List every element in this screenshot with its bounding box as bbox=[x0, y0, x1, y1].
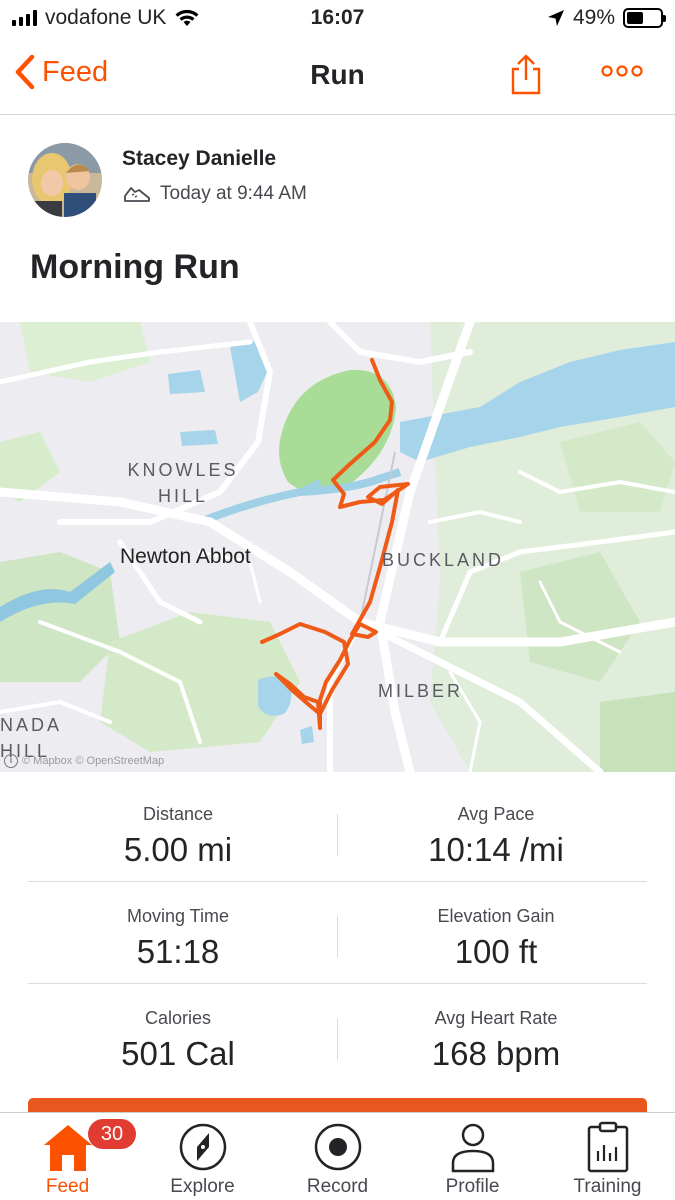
activity-title: Morning Run bbox=[30, 248, 240, 286]
stat-value: 168 bpm bbox=[431, 1035, 561, 1072]
stat-elevation-gain: Elevation Gain 100 ft bbox=[346, 906, 646, 971]
attribution-text: © Mapbox © OpenStreetMap bbox=[22, 755, 165, 767]
stat-label: Distance bbox=[142, 804, 214, 824]
map-label-knowles: KNOWLES bbox=[127, 460, 239, 480]
stat-value: 51:18 bbox=[136, 933, 220, 970]
home-icon bbox=[43, 1125, 92, 1171]
info-icon: i bbox=[4, 754, 18, 768]
action-button-edge[interactable] bbox=[28, 1098, 647, 1112]
stat-divider bbox=[337, 1018, 338, 1060]
battery-icon bbox=[623, 8, 666, 28]
status-right: 49% bbox=[547, 6, 666, 30]
location-arrow-icon bbox=[547, 10, 564, 26]
stat-value: 501 Cal bbox=[121, 1035, 235, 1072]
share-button[interactable] bbox=[508, 52, 544, 101]
stat-calories: Calories 501 Cal bbox=[28, 1008, 328, 1073]
stat-row: Calories 501 Cal Avg Heart Rate 168 bpm bbox=[28, 984, 647, 1086]
person-icon bbox=[451, 1123, 494, 1173]
stat-label: Avg Heart Rate bbox=[434, 1008, 558, 1028]
route-line bbox=[260, 358, 410, 730]
tab-icon-wrap bbox=[135, 1121, 270, 1173]
tab-icon-wrap bbox=[405, 1121, 540, 1173]
map-label-newton-abbot: Newton Abbot bbox=[120, 545, 251, 568]
stat-row: Distance 5.00 mi Avg Pace 10:14 /mi bbox=[28, 780, 647, 882]
nav-bar: Feed Run bbox=[0, 40, 675, 115]
tab-training[interactable]: Training bbox=[540, 1113, 675, 1200]
map-label-hill: HILL bbox=[157, 486, 209, 506]
tab-icon-wrap bbox=[540, 1121, 675, 1173]
activity-timestamp: Today at 9:44 AM bbox=[160, 183, 307, 204]
status-bar: vodafone UK 16:07 49% bbox=[0, 0, 675, 38]
athlete-avatar[interactable] bbox=[28, 143, 102, 217]
stat-value: 100 ft bbox=[454, 933, 538, 970]
stat-avg-pace: Avg Pace 10:14 /mi bbox=[346, 804, 646, 869]
tab-record[interactable]: Record bbox=[270, 1113, 405, 1200]
stat-label: Avg Pace bbox=[457, 804, 535, 824]
stat-divider bbox=[337, 916, 338, 958]
stat-label: Moving Time bbox=[126, 906, 230, 926]
stat-moving-time: Moving Time 51:18 bbox=[28, 906, 328, 971]
avatar-photo bbox=[28, 143, 102, 217]
map-label-knowles-hill: KNOWLES HILL bbox=[124, 457, 242, 509]
stat-divider bbox=[337, 814, 338, 856]
map-label-milber: MILBER bbox=[378, 681, 464, 701]
tab-bar: 30 Feed Explore Record Profile Training bbox=[0, 1112, 675, 1200]
tab-label: Record bbox=[306, 1176, 369, 1197]
stats-grid: Distance 5.00 mi Avg Pace 10:14 /mi Movi… bbox=[28, 780, 647, 1086]
running-shoe-icon bbox=[124, 187, 150, 202]
map-attribution[interactable]: i © Mapbox © OpenStreetMap bbox=[4, 754, 164, 768]
battery-percent: 49% bbox=[572, 6, 615, 29]
page-title: Run bbox=[310, 59, 365, 90]
map-label-nada: NADA bbox=[0, 715, 63, 735]
athlete-name[interactable]: Stacey Danielle bbox=[122, 147, 276, 171]
more-horizontal-icon bbox=[601, 65, 643, 77]
tab-label: Training bbox=[573, 1176, 642, 1197]
stat-row: Moving Time 51:18 Elevation Gain 100 ft bbox=[28, 882, 647, 984]
map-label-buckland: BUCKLAND bbox=[382, 550, 505, 570]
share-icon bbox=[511, 54, 541, 95]
tab-profile[interactable]: Profile bbox=[405, 1113, 540, 1200]
tab-label: Profile bbox=[445, 1176, 500, 1197]
stat-value: 5.00 mi bbox=[123, 831, 233, 868]
tab-label: Explore bbox=[170, 1176, 235, 1197]
clipboard-chart-icon bbox=[587, 1121, 628, 1173]
stat-value: 10:14 /mi bbox=[428, 831, 564, 868]
activity-meta: Today at 9:44 AM bbox=[122, 183, 307, 205]
tab-feed[interactable]: 30 Feed bbox=[0, 1113, 136, 1200]
notification-badge: 30 bbox=[88, 1119, 136, 1149]
record-icon bbox=[314, 1123, 361, 1171]
tab-explore[interactable]: Explore bbox=[135, 1113, 270, 1200]
stat-avg-heart-rate: Avg Heart Rate 168 bpm bbox=[346, 1008, 646, 1073]
tab-icon-wrap bbox=[270, 1121, 405, 1173]
battery-fill bbox=[627, 12, 643, 24]
stat-distance: Distance 5.00 mi bbox=[28, 804, 328, 869]
tab-label: Feed bbox=[45, 1176, 90, 1197]
compass-icon bbox=[179, 1123, 226, 1171]
more-options-button[interactable] bbox=[600, 64, 644, 83]
stat-label: Calories bbox=[144, 1008, 212, 1028]
route-map[interactable]: KNOWLES HILL Newton Abbot BUCKLAND MILBE… bbox=[0, 322, 675, 772]
stat-label: Elevation Gain bbox=[437, 906, 555, 926]
